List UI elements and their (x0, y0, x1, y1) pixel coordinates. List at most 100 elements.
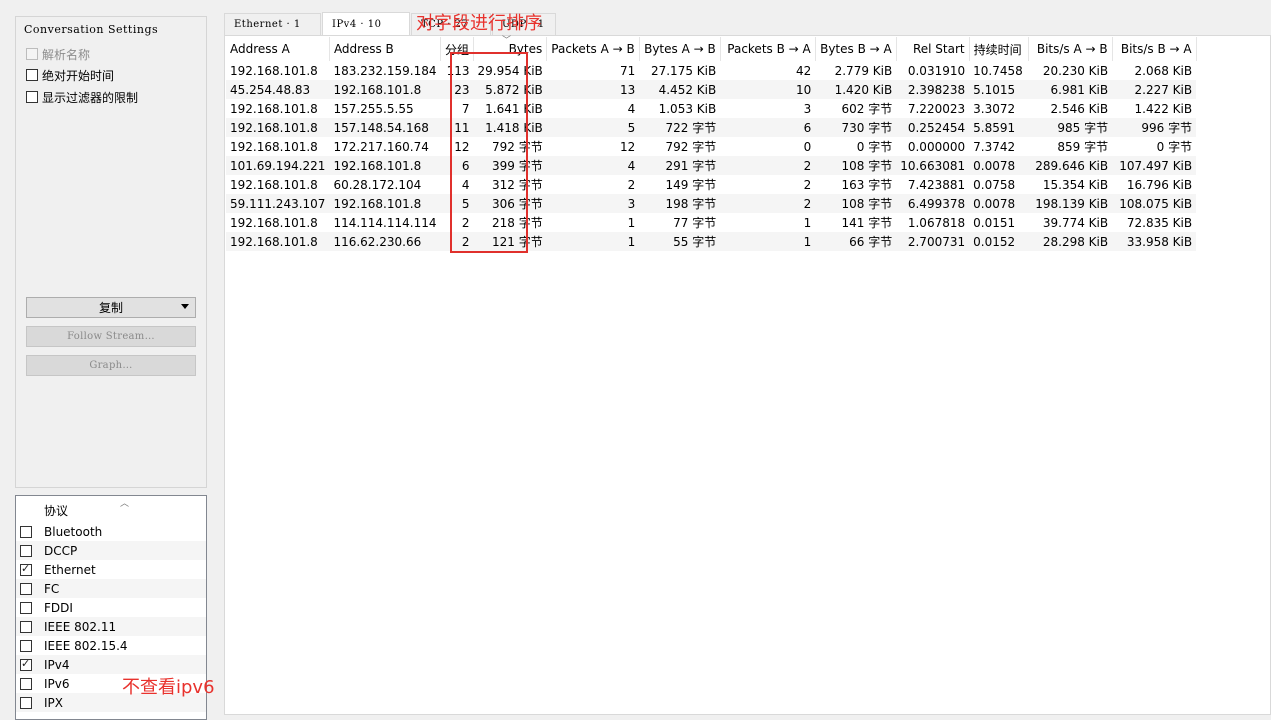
table-cell: 192.168.101.8 (230, 215, 318, 230)
table-cell: 2.227 KiB (1134, 82, 1193, 97)
table-cell: 116.62.230.66 (333, 234, 422, 249)
absolute-start-time-checkbox[interactable] (26, 69, 38, 81)
table-cell: 2 (803, 196, 812, 211)
sort-annotation: 对字段进行排序 (416, 13, 542, 34)
limit-to-display-filter-option[interactable]: 显示过滤器的限制 (26, 88, 138, 106)
table-cell: 1.422 KiB (1134, 101, 1193, 116)
column-bits-b-a[interactable]: Bits/s B → A (1112, 37, 1197, 61)
table-cell: 7.423881 (907, 177, 966, 192)
table-cell: 192.168.101.8 (333, 82, 422, 97)
column-address-a[interactable]: Address A (226, 37, 330, 61)
column-address-b[interactable]: Address B (329, 37, 442, 61)
table-cell: 602 字节 (841, 102, 893, 116)
table-cell: 1.067818 (907, 215, 966, 230)
table-cell: 172.217.160.74 (333, 139, 429, 154)
protocol-list-item[interactable]: IPv4 (16, 655, 206, 674)
table-row[interactable]: 192.168.101.8 157.148.54.168 11 1.418 KiB 5 7… (226, 118, 1197, 137)
table-cell: 198.139 KiB (1035, 196, 1109, 211)
table-cell: 28.298 KiB (1042, 234, 1109, 249)
table-cell: 0.000000 (907, 139, 966, 154)
protocol-label: DCCP (44, 543, 78, 558)
table-cell: 45.254.48.83 (230, 82, 311, 97)
table-cell: 6 (803, 120, 812, 135)
table-cell: 2.068 KiB (1134, 63, 1193, 78)
table-cell: 996 字节 (1141, 121, 1193, 135)
table-cell: 0.031910 (907, 63, 966, 78)
protocol-column-header[interactable]: 协议 (44, 502, 68, 519)
dropdown-arrow-icon[interactable] (181, 304, 189, 309)
resolve-names-label: 解析名称 (42, 47, 91, 62)
protocol-checkbox[interactable] (20, 601, 32, 614)
column-bytes-b-a[interactable]: Bytes B → A (815, 37, 897, 61)
tab-ethernet[interactable]: Ethernet · 1 (224, 13, 321, 35)
table-row[interactable]: 101.69.194.221 192.168.101.8 6 399 字节 4 291 字… (226, 156, 1197, 175)
protocol-list-item[interactable]: IEEE 802.11 (16, 617, 206, 636)
protocol-checkbox[interactable] (20, 582, 32, 595)
table-cell: 27.175 KiB (650, 63, 717, 78)
table-cell: 72.835 KiB (1126, 215, 1193, 230)
table-cell: 77 字节 (673, 216, 717, 230)
protocol-label: FDDI (44, 600, 73, 615)
column-packets-a-b[interactable]: Packets A → B (546, 37, 640, 61)
ipv6-annotation: 不查看ipv6 (122, 677, 215, 698)
protocol-checkbox[interactable] (20, 696, 32, 709)
table-cell: 6.499378 (907, 196, 966, 211)
table-cell: 16.796 KiB (1126, 177, 1193, 192)
protocol-list-item[interactable]: IEEE 802.15.4 (16, 636, 206, 655)
table-cell: 722 字节 (665, 121, 717, 135)
protocol-list-item[interactable]: DCCP (16, 541, 206, 560)
protocol-checkbox[interactable] (20, 677, 32, 690)
table-cell: 4 (627, 158, 636, 173)
protocol-list-item[interactable]: Bluetooth (16, 522, 206, 541)
table-cell: 192.168.101.8 (230, 120, 318, 135)
table-cell: 859 字节 (1057, 140, 1109, 154)
protocol-checkbox[interactable] (20, 525, 32, 538)
table-row[interactable]: 192.168.101.8 116.62.230.66 2 121 字节 1 55 字节 1… (226, 232, 1197, 251)
table-cell: 59.111.243.107 (230, 196, 326, 211)
table-cell: 2 (803, 177, 812, 192)
table-row[interactable]: 192.168.101.8 183.232.159.184 113 29.954 Ki… (226, 61, 1196, 80)
protocol-list-item[interactable]: FDDI (16, 598, 206, 617)
table-cell: 0 字节 (1156, 140, 1193, 154)
table-cell: 141 字节 (841, 216, 893, 230)
table-cell: 71 (619, 63, 636, 78)
table-cell: 33.958 KiB (1126, 234, 1193, 249)
copy-button[interactable]: 复制 (26, 297, 196, 318)
column-bits-a-b[interactable]: Bits/s A → B (1028, 37, 1113, 61)
protocol-checkbox[interactable] (20, 620, 32, 633)
table-row[interactable]: 192.168.101.8 114.114.114.114 2 218 字节 1 77 字… (226, 213, 1196, 232)
tab-ipv4[interactable]: IPv4 · 10 (322, 12, 410, 36)
protocol-list-item[interactable]: FC (16, 579, 206, 598)
table-cell: 60.28.172.104 (333, 177, 422, 192)
protocol-checkbox[interactable] (20, 562, 32, 576)
ipv4-conversation-table-frame: Address A Address B 分组 ﹀ Bytes Packets A … (224, 35, 1271, 715)
column-rel-start[interactable]: Rel Start (896, 37, 970, 61)
table-cell: 192.168.101.8 (230, 177, 318, 192)
protocol-checkbox[interactable] (20, 657, 32, 671)
table-row[interactable]: 192.168.101.8 60.28.172.104 4 312 字节 2 149 字节… (226, 175, 1196, 194)
table-row[interactable]: 192.168.101.8 157.255.5.55 7 1.641 KiB 4 1.05… (226, 99, 1196, 118)
column-bytes-a-b[interactable]: Bytes A → B (639, 37, 721, 61)
table-row[interactable]: 45.254.48.83 192.168.101.8 23 5.872 KiB 13 4.… (226, 80, 1197, 99)
table-row[interactable]: 192.168.101.8 172.217.160.74 12 792 字节 12 792… (226, 137, 1196, 156)
table-cell: 149 字节 (665, 178, 717, 192)
table-cell: 3.3072 (973, 101, 1016, 116)
follow-stream-button: Follow Stream… (26, 326, 196, 347)
column-duration[interactable]: 持续时间 (969, 37, 1029, 61)
table-cell: 1.420 KiB (834, 82, 893, 97)
table-cell: 3 (803, 101, 812, 116)
table-cell: 3 (627, 196, 636, 211)
column-packets-b-a[interactable]: Packets B → A (720, 37, 816, 61)
protocol-checkbox[interactable] (20, 544, 32, 557)
table-cell: 55 字节 (673, 235, 717, 249)
table-cell: 7.3742 (973, 139, 1016, 154)
protocol-list-header[interactable]: 协议 ︿ (16, 496, 206, 522)
protocol-checkbox[interactable] (20, 639, 32, 652)
table-cell: 108.075 KiB (1119, 196, 1193, 211)
absolute-start-time-option[interactable]: 绝对开始时间 (26, 66, 114, 84)
table-cell: 792 字节 (665, 140, 717, 154)
table-cell: 10.663081 (900, 158, 966, 173)
table-row[interactable]: 59.111.243.107 192.168.101.8 5 306 字节 3 198 字… (226, 194, 1197, 213)
limit-to-display-filter-checkbox[interactable] (26, 91, 38, 103)
protocol-list-item[interactable]: Ethernet (16, 560, 206, 579)
